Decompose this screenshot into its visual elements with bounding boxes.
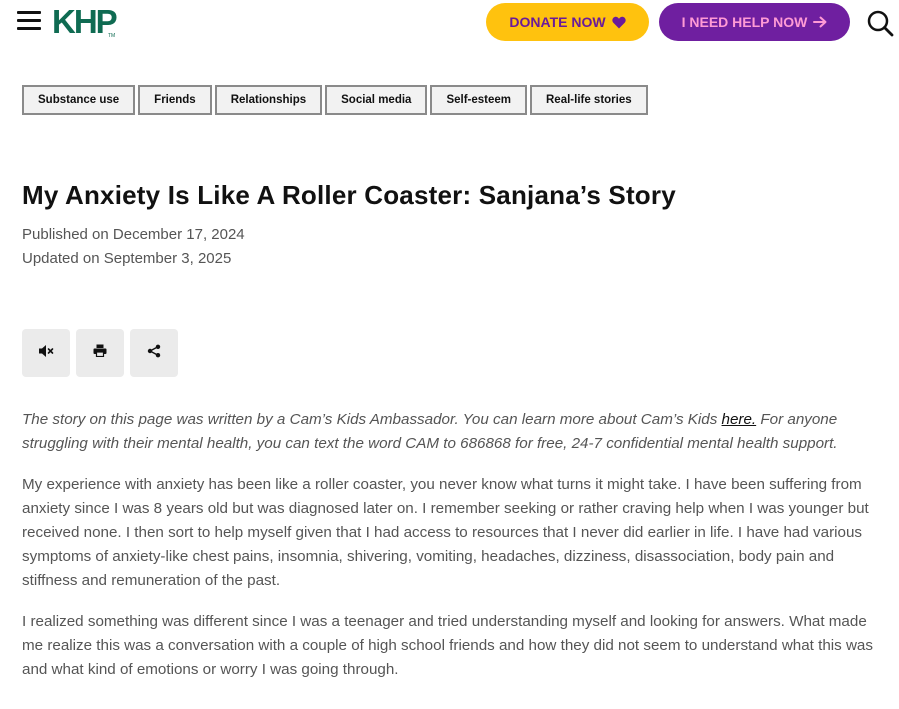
donate-button[interactable]: DONATE NOW — [486, 3, 649, 41]
site-header: KHP TM DONATE NOW I NEED HELP NOW — [0, 0, 899, 48]
speaker-muted-icon — [38, 344, 54, 363]
article-tools — [22, 329, 178, 377]
logo-trademark: TM — [108, 33, 116, 39]
heart-icon — [611, 16, 626, 29]
published-date: Published on December 17, 2024 — [22, 226, 245, 243]
story-paragraph: My experience with anxiety has been like… — [22, 476, 869, 589]
tag-self-esteem[interactable]: Self-esteem — [430, 85, 527, 115]
arrow-right-icon — [813, 16, 827, 28]
tag-substance-use[interactable]: Substance use — [22, 85, 136, 115]
tag-friends[interactable]: Friends — [138, 85, 212, 115]
donate-button-label: DONATE NOW — [509, 14, 606, 30]
search-icon[interactable] — [866, 9, 894, 37]
print-button[interactable] — [76, 329, 124, 377]
share-icon — [147, 344, 161, 363]
ambassador-note: The story on this page was written by a … — [22, 408, 888, 456]
menu-hamburger-icon[interactable] — [17, 11, 41, 31]
need-help-button-label: I NEED HELP NOW — [681, 14, 808, 30]
tag-social-media[interactable]: Social media — [325, 85, 428, 115]
print-icon — [93, 344, 107, 362]
share-button[interactable] — [130, 329, 178, 377]
read-aloud-button[interactable] — [22, 329, 70, 377]
article-title: My Anxiety Is Like A Roller Coaster: San… — [22, 180, 676, 210]
story-paragraph: I realized something was different since… — [22, 613, 873, 678]
updated-date: Updated on September 3, 2025 — [22, 250, 232, 267]
intro-text-before: The story on this page was written by a … — [22, 411, 722, 428]
need-help-button[interactable]: I NEED HELP NOW — [659, 3, 850, 41]
topic-tags: Substance use Friends Relationships Soci… — [22, 85, 648, 115]
khp-logo[interactable]: KHP TM — [52, 5, 122, 39]
cams-kids-link[interactable]: here. — [722, 411, 757, 428]
tag-relationships[interactable]: Relationships — [214, 85, 323, 115]
article-body: The story on this page was written by a … — [22, 408, 888, 699]
tag-real-life-stories[interactable]: Real-life stories — [530, 85, 648, 115]
